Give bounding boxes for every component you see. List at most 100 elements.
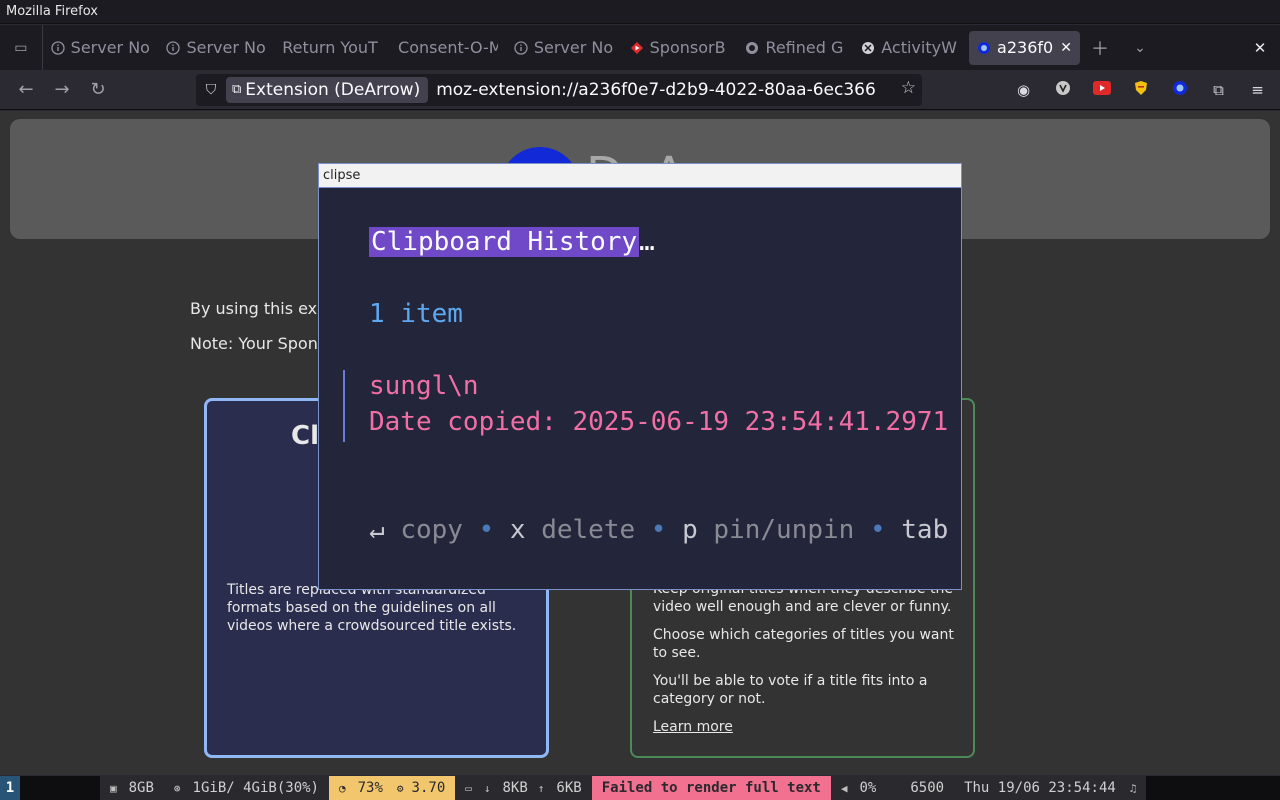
tab-refined-github[interactable]: Refined G <box>737 25 853 70</box>
selection-indicator <box>343 370 345 442</box>
ublock-extension-icon[interactable] <box>1121 80 1160 100</box>
tab-sponsorblock[interactable]: SponsorB <box>622 25 738 70</box>
keybinding-help: ↵ copy • x delete • p pin/unpin • tab <box>369 515 948 545</box>
github-icon <box>745 41 759 55</box>
speaker-icon: ◀ <box>840 781 848 795</box>
clock[interactable]: Thu 19/06 23:54:44 ♫ <box>954 776 1147 800</box>
volume[interactable]: ◀ 0% 6500 <box>830 776 955 800</box>
list-all-tabs-icon[interactable]: ⌄ <box>1120 40 1160 56</box>
card-description: Choose which categories of titles you wa… <box>653 627 954 661</box>
identity-box[interactable]: ⧉ Extension (DeArrow) <box>226 77 429 103</box>
item-count: 1 item <box>369 299 463 329</box>
card-title: Cl <box>291 421 319 451</box>
tab-overview-button[interactable]: ▭ <box>0 25 43 70</box>
extensions-puzzle-icon[interactable]: ⧉ <box>1199 81 1238 99</box>
tab-consent-o-matic[interactable]: Consent-O-M <box>390 25 506 70</box>
download-icon: ↓ <box>483 781 491 795</box>
tab-activitywatch[interactable]: ActivityW <box>853 25 969 70</box>
arrow-right-icon: → <box>54 79 70 100</box>
pin-label: pin/unpin <box>713 515 855 545</box>
clock-value: Thu 19/06 23:54:44 <box>964 780 1116 796</box>
info-icon <box>51 40 65 55</box>
tab-server-notice-2[interactable]: Server No <box>158 25 274 70</box>
network-usage: ▭ ↓ 8KB ↑ 6KB <box>455 776 592 800</box>
heading-highlight: Clipboard History <box>369 227 640 257</box>
identity-label: Extension (DeArrow) <box>245 80 421 100</box>
copy-label: copy <box>400 515 463 545</box>
clipse-window[interactable]: clipse Clipboard History… 1 item sungl\n… <box>318 163 962 590</box>
window-title: Mozilla Firefox <box>0 0 1280 24</box>
reload-button[interactable]: ↻ <box>80 72 116 108</box>
clipboard-history-heading: Clipboard History… <box>369 227 655 257</box>
info-icon <box>166 40 181 55</box>
url-text[interactable]: moz-extension://a236f0e7-d2b9-4022-80aa-… <box>436 80 876 100</box>
tab-label: Consent-O-M <box>398 38 498 57</box>
arrow-left-icon: ← <box>18 79 34 100</box>
account-icon[interactable]: ◉ <box>1004 81 1043 99</box>
clipboard-item-text[interactable]: sungl\n <box>369 371 479 401</box>
tab-overview-icon: ▭ <box>14 39 28 56</box>
card-link-container: Learn more <box>653 718 733 736</box>
separator-dot: • <box>869 515 886 545</box>
tab-label: Return YouT <box>282 38 378 57</box>
tab-server-notice-1[interactable]: Server No <box>43 25 159 70</box>
tab-label: Server No <box>186 38 266 57</box>
tab-label: SponsorB <box>649 38 726 57</box>
extension-icon: ⧉ <box>232 82 242 97</box>
forward-button[interactable]: → <box>44 72 80 108</box>
memory-icon: ⊛ <box>173 781 181 795</box>
clipse-window-title: clipse <box>319 164 961 188</box>
delete-label: delete <box>541 515 636 545</box>
note-text: Note: Your Spon <box>190 334 318 353</box>
tab-label: a236f0e <box>997 38 1054 57</box>
new-tab-button[interactable]: ＋ <box>1080 35 1120 61</box>
tab-label: Server No <box>533 38 614 57</box>
copy-key: ↵ <box>369 515 385 545</box>
pin-key: p <box>682 515 698 545</box>
youtube-extension-icon[interactable] <box>1082 81 1121 99</box>
disk-value: 8GB <box>128 780 154 796</box>
net-down-value: 8KB <box>502 780 528 796</box>
tab-label: ActivityW <box>881 38 957 57</box>
dearrow-icon <box>977 41 991 55</box>
disk-icon: ▣ <box>110 781 117 795</box>
info-icon <box>514 40 528 55</box>
bell-icon[interactable]: ♫ <box>1130 782 1137 795</box>
learn-more-link[interactable]: Learn more <box>653 719 733 735</box>
close-tab-icon[interactable]: ✕ <box>1060 40 1072 56</box>
navigation-toolbar: ← → ↻ ⛉ ⧉ Extension (DeArrow) moz-extens… <box>0 70 1280 110</box>
url-bar[interactable]: ⛉ ⧉ Extension (DeArrow) moz-extension://… <box>196 74 922 106</box>
upload-icon: ↑ <box>537 781 545 795</box>
tab-key: tab <box>901 515 949 545</box>
tab-dearrow-active[interactable]: a236f0e ✕ <box>969 30 1080 65</box>
net-up-value: 6KB <box>556 780 582 796</box>
load-value: 3.70 <box>411 780 446 796</box>
tab-server-notice-3[interactable]: Server No <box>506 25 622 70</box>
cpu-usage: ◔ 73% ⚙ 3.70 <box>328 776 456 800</box>
reload-icon: ↻ <box>90 79 106 100</box>
gear-icon: ⚙ <box>396 781 404 795</box>
delete-key: x <box>509 515 526 545</box>
workspace-indicator[interactable]: 1 <box>0 776 20 800</box>
back-button[interactable]: ← <box>8 72 44 108</box>
network-icon: ▭ <box>465 781 472 795</box>
dearrow-extension-icon[interactable] <box>1160 80 1199 100</box>
memory-value: 1GiB/ 4GiB(30%) <box>192 780 319 796</box>
bookmark-star-icon[interactable]: ☆ <box>901 78 916 98</box>
memory-usage: ⊛ 1GiB/ 4GiB(30%) <box>163 776 329 800</box>
vimium-extension-icon[interactable] <box>1043 80 1082 100</box>
tab-return-youtube[interactable]: Return YouT <box>274 25 390 70</box>
heading-ellipsis: … <box>639 227 655 257</box>
gauge-icon: ◔ <box>338 781 346 795</box>
tracking-protection-shield-icon[interactable]: ⛉ <box>196 82 226 98</box>
tab-label: Server No <box>70 38 150 57</box>
tab-label: Refined G <box>765 38 844 57</box>
cpu-value: 73% <box>357 780 383 796</box>
tab-strip: ▭ Server No Server No Return YouT Consen… <box>0 25 1280 70</box>
separator-dot: • <box>478 515 495 545</box>
menu-hamburger-icon[interactable]: ≡ <box>1238 81 1277 99</box>
status-bar: 1 ▣ 8GB ⊛ 1GiB/ 4GiB(30%) ◔ 73% ⚙ 3.70 ▭ ↓ 8KB ↑… <box>0 776 1280 800</box>
close-window-icon[interactable]: ✕ <box>1240 39 1280 57</box>
disk-usage: ▣ 8GB <box>100 776 164 800</box>
clipboard-item-date: Date copied: 2025-06-19 23:54:41.2971 <box>369 407 949 437</box>
